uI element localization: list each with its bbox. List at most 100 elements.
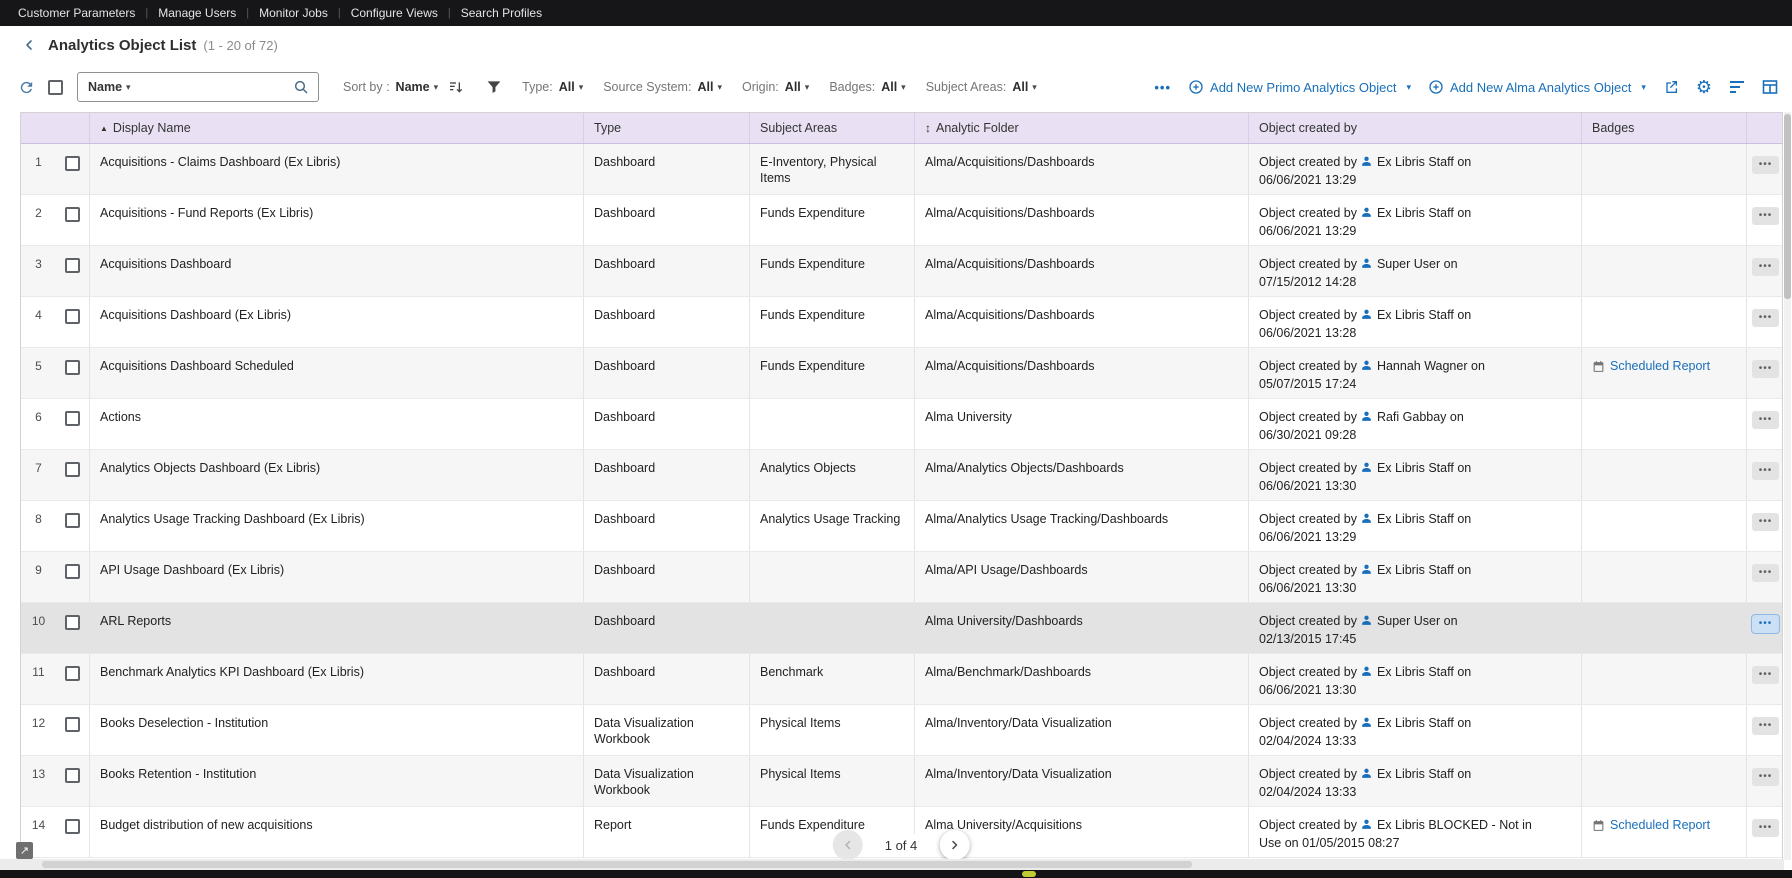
- row-checkbox[interactable]: [65, 258, 80, 273]
- add-new-alma-analytics-object-button[interactable]: Add New Alma Analytics Object ▾: [1428, 79, 1646, 95]
- badges-cell: Scheduled Report: [1582, 552, 1747, 602]
- column-header-type[interactable]: Type: [584, 113, 750, 143]
- row-checkbox[interactable]: [65, 156, 80, 171]
- row-checkbox-cell: [56, 195, 90, 245]
- row-more-actions-button[interactable]: •••: [1752, 411, 1779, 429]
- row-checkbox[interactable]: [65, 717, 80, 732]
- export-button[interactable]: [1663, 79, 1679, 95]
- expand-button[interactable]: ↗: [16, 842, 33, 859]
- refresh-button[interactable]: [18, 79, 35, 96]
- table-row[interactable]: 1 Acquisitions - Claims Dashboard (Ex Li…: [21, 144, 1782, 195]
- row-checkbox[interactable]: [65, 462, 80, 477]
- display-name-cell[interactable]: Acquisitions Dashboard (Ex Libris): [90, 297, 584, 347]
- row-more-actions-button[interactable]: •••: [1752, 819, 1779, 837]
- display-name-cell[interactable]: Acquisitions Dashboard Scheduled: [90, 348, 584, 398]
- more-actions-button[interactable]: •••: [1154, 80, 1171, 95]
- row-checkbox[interactable]: [65, 207, 80, 222]
- column-header-object-created-by[interactable]: Object created by: [1249, 113, 1582, 143]
- display-name-cell[interactable]: Acquisitions - Claims Dashboard (Ex Libr…: [90, 144, 584, 194]
- vertical-scrollbar-thumb[interactable]: [1784, 114, 1791, 299]
- display-name-cell[interactable]: Benchmark Analytics KPI Dashboard (Ex Li…: [90, 654, 584, 704]
- row-checkbox[interactable]: [65, 564, 80, 579]
- row-more-actions-button[interactable]: •••: [1752, 666, 1779, 684]
- table-view-button[interactable]: [1762, 79, 1778, 95]
- column-header-subject-areas[interactable]: Subject Areas: [750, 113, 915, 143]
- table-row[interactable]: 6 Actions Dashboard Alma University Obje…: [21, 399, 1782, 450]
- sort-direction-button[interactable]: [448, 79, 464, 95]
- row-checkbox[interactable]: [65, 411, 80, 426]
- table-row[interactable]: 9 API Usage Dashboard (Ex Libris) Dashbo…: [21, 552, 1782, 603]
- table-row[interactable]: 2 Acquisitions - Fund Reports (Ex Libris…: [21, 195, 1782, 246]
- subject-areas-cell: Physical Items: [750, 756, 915, 806]
- column-header-display-name[interactable]: ▲ Display Name: [90, 113, 584, 143]
- row-more-actions-button[interactable]: •••: [1752, 258, 1779, 276]
- nav-manage-users[interactable]: Manage Users: [148, 6, 246, 20]
- row-checkbox[interactable]: [65, 666, 80, 681]
- search-input[interactable]: [136, 74, 284, 100]
- row-more-actions-button[interactable]: •••: [1752, 513, 1779, 531]
- scheduled-report-badge[interactable]: Scheduled Report: [1592, 817, 1710, 833]
- display-name-cell[interactable]: Analytics Objects Dashboard (Ex Libris): [90, 450, 584, 500]
- created-on-word: on: [1457, 767, 1472, 781]
- back-button[interactable]: [16, 32, 42, 58]
- filter-type[interactable]: Type: All ▾: [522, 80, 583, 94]
- display-name-cell[interactable]: Analytics Usage Tracking Dashboard (Ex L…: [90, 501, 584, 551]
- filter-origin[interactable]: Origin: All ▾: [742, 80, 809, 94]
- table-row[interactable]: 7 Analytics Objects Dashboard (Ex Libris…: [21, 450, 1782, 501]
- sort-value[interactable]: Name: [396, 80, 430, 94]
- column-header-analytic-folder[interactable]: ↕ Analytic Folder: [915, 113, 1249, 143]
- row-checkbox[interactable]: [65, 819, 80, 834]
- display-name-cell[interactable]: Books Retention - Institution: [90, 756, 584, 806]
- column-header-badges[interactable]: Badges: [1582, 113, 1747, 143]
- row-more-actions-button[interactable]: •••: [1752, 462, 1779, 480]
- display-name-cell[interactable]: Books Deselection - Institution: [90, 705, 584, 755]
- row-checkbox[interactable]: [65, 615, 80, 630]
- nav-customer-parameters[interactable]: Customer Parameters: [18, 6, 145, 20]
- table-row[interactable]: 4 Acquisitions Dashboard (Ex Libris) Das…: [21, 297, 1782, 348]
- search-field-selector[interactable]: Name ▾: [78, 80, 137, 94]
- row-more-actions-button[interactable]: •••: [1752, 768, 1779, 786]
- row-more-actions-button[interactable]: •••: [1752, 309, 1779, 327]
- row-more-actions-button[interactable]: •••: [1752, 156, 1779, 174]
- display-name-cell[interactable]: Actions: [90, 399, 584, 449]
- select-all-checkbox[interactable]: [48, 79, 63, 95]
- nav-monitor-jobs[interactable]: Monitor Jobs: [249, 6, 338, 20]
- row-more-actions-button[interactable]: •••: [1752, 207, 1779, 225]
- filter-subject-areas[interactable]: Subject Areas: All ▾: [926, 80, 1037, 94]
- display-name-cell[interactable]: Budget distribution of new acquisitions: [90, 807, 584, 857]
- scheduled-report-badge[interactable]: Scheduled Report: [1592, 358, 1710, 374]
- type-cell: Dashboard: [584, 399, 750, 449]
- search-button[interactable]: [284, 79, 318, 95]
- nav-search-profiles[interactable]: Search Profiles: [451, 6, 552, 20]
- nav-configure-views[interactable]: Configure Views: [341, 6, 448, 20]
- next-page-button[interactable]: [939, 830, 970, 860]
- list-view-button[interactable]: [1729, 79, 1745, 95]
- row-more-actions-button[interactable]: •••: [1752, 615, 1779, 633]
- row-checkbox[interactable]: [65, 513, 80, 528]
- vertical-scrollbar: [1784, 112, 1791, 860]
- row-more-actions-button[interactable]: •••: [1752, 564, 1779, 582]
- row-more-actions-button[interactable]: •••: [1752, 360, 1779, 378]
- display-name-cell[interactable]: API Usage Dashboard (Ex Libris): [90, 552, 584, 602]
- table-row[interactable]: 8 Analytics Usage Tracking Dashboard (Ex…: [21, 501, 1782, 552]
- display-name-cell[interactable]: Acquisitions Dashboard: [90, 246, 584, 296]
- table-row[interactable]: 10 ARL Reports Dashboard Alma University…: [21, 603, 1782, 654]
- horizontal-scrollbar-thumb[interactable]: [42, 861, 1192, 868]
- row-checkbox[interactable]: [65, 360, 80, 375]
- row-checkbox[interactable]: [65, 309, 80, 324]
- table-row[interactable]: 3 Acquisitions Dashboard Dashboard Funds…: [21, 246, 1782, 297]
- filter-source-system[interactable]: Source System: All ▾: [603, 80, 722, 94]
- previous-page-button[interactable]: [832, 830, 863, 860]
- settings-button[interactable]: ⚙: [1696, 78, 1712, 96]
- table-row[interactable]: 13 Books Retention - Institution Data Vi…: [21, 756, 1782, 807]
- table-row[interactable]: 5 Acquisitions Dashboard Scheduled Dashb…: [21, 348, 1782, 399]
- row-checkbox[interactable]: [65, 768, 80, 783]
- display-name-cell[interactable]: ARL Reports: [90, 603, 584, 653]
- row-more-actions-button[interactable]: •••: [1752, 717, 1779, 735]
- filter-button[interactable]: [486, 79, 502, 95]
- display-name-cell[interactable]: Acquisitions - Fund Reports (Ex Libris): [90, 195, 584, 245]
- table-row[interactable]: 12 Books Deselection - Institution Data …: [21, 705, 1782, 756]
- add-new-primo-analytics-object-button[interactable]: Add New Primo Analytics Object ▾: [1188, 79, 1411, 95]
- filter-badges[interactable]: Badges: All ▾: [829, 80, 905, 94]
- table-row[interactable]: 11 Benchmark Analytics KPI Dashboard (Ex…: [21, 654, 1782, 705]
